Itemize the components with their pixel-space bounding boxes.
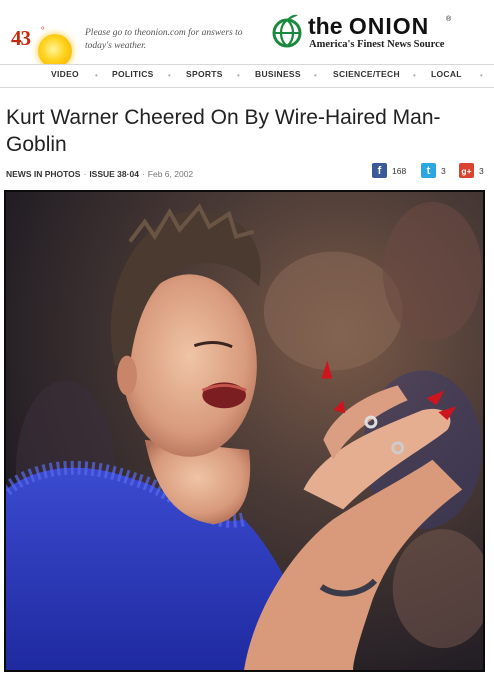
main-nav: VIDEO • POLITICS • SPORTS • BUSINESS • S… — [0, 64, 494, 88]
nav-item-local[interactable]: LOCAL — [431, 69, 462, 79]
weather-widget[interactable]: 43 ° — [8, 22, 72, 68]
meta-separator: · — [83, 169, 87, 179]
nav-item-politics[interactable]: POLITICS — [112, 69, 154, 79]
twitter-icon: t — [421, 163, 436, 178]
degree-symbol: ° — [41, 25, 45, 35]
logo-word-onion: ONION — [348, 13, 430, 39]
googleplus-icon: g+ — [459, 163, 474, 178]
issue-number: ISSUE 38·04 — [89, 169, 139, 179]
sun-icon — [38, 34, 72, 68]
nav-separator: • — [95, 71, 98, 80]
section-link[interactable]: NEWS IN PHOTOS — [6, 169, 80, 179]
publish-date: Feb 6, 2002 — [147, 169, 194, 179]
logo-tagline: America's Finest News Source — [309, 39, 445, 50]
registered-mark: ® — [446, 16, 452, 23]
onion-logo[interactable]: the ONION ® America's Finest News Source — [270, 13, 460, 54]
nav-item-video[interactable]: VIDEO — [51, 69, 79, 79]
photo-illustration — [6, 192, 483, 670]
weather-temperature: 43 — [11, 26, 31, 50]
nav-separator: • — [480, 71, 483, 80]
site-header: 43 ° Please go to theonion.com for answe… — [0, 0, 494, 68]
googleplus-share-count: 3 — [479, 166, 484, 176]
meta-separator: · — [141, 169, 145, 179]
article-photo — [4, 190, 485, 672]
nav-separator: • — [314, 71, 317, 80]
facebook-icon: f — [372, 163, 387, 178]
nav-item-sports[interactable]: SPORTS — [186, 69, 223, 79]
article-meta: NEWS IN PHOTOS · ISSUE 38·04 · Feb 6, 2002 — [6, 169, 193, 179]
article-headline: Kurt Warner Cheered On By Wire-Haired Ma… — [6, 106, 441, 156]
onion-globe-icon — [272, 14, 302, 48]
facebook-share-count: 168 — [392, 166, 407, 176]
weather-note[interactable]: Please go to theonion.com for answers to… — [85, 27, 245, 53]
nav-item-science-tech[interactable]: SCIENCE/TECH — [333, 69, 400, 79]
logo-word-the: the — [308, 13, 343, 39]
logo-wordmark: the ONION — [308, 13, 429, 40]
nav-item-business[interactable]: BUSINESS — [255, 69, 301, 79]
nav-separator: • — [237, 71, 240, 80]
twitter-share-count: 3 — [441, 166, 446, 176]
nav-separator: • — [413, 71, 416, 80]
nav-separator: • — [168, 71, 171, 80]
